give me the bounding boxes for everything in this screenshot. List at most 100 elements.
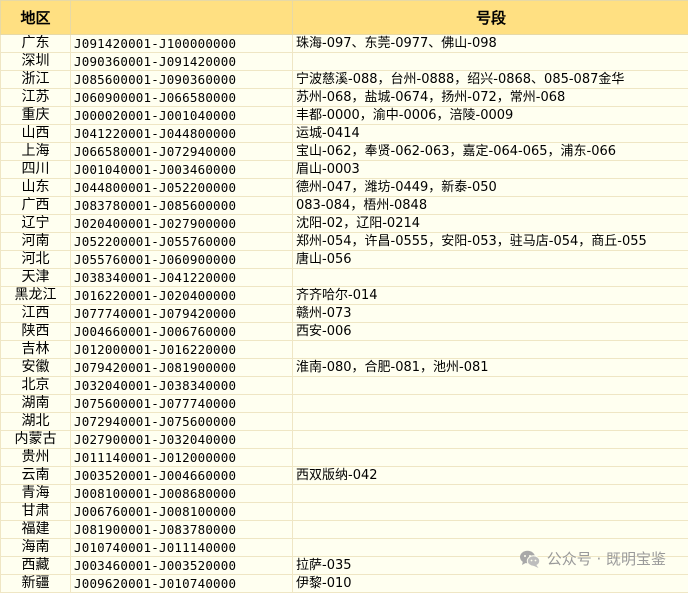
region-cell: 四川 [1,161,71,179]
table-header: 地区 号段 [1,1,688,35]
table-row: 浙江J085600001-J090360000宁波慈溪-088，台州-0888，… [1,71,688,89]
phone-segment-table: 地区 号段 广东J091420001-J100000000珠海-097、东莞-0… [0,0,688,593]
table-row: 山东J044800001-J052200000德州-047，潍坊-0449，新泰… [1,179,688,197]
code-range-cell: J001040001-J003460000 [71,161,293,179]
table-row: 湖北J072940001-J075600000 [1,413,688,431]
region-cell: 湖北 [1,413,71,431]
segment-cell: 齐齐哈尔-014 [293,287,688,305]
code-range-cell: J072940001-J075600000 [71,413,293,431]
table-row: 深圳J090360001-J091420000 [1,53,688,71]
region-cell: 上海 [1,143,71,161]
table-row: 陕西J004660001-J006760000西安-006 [1,323,688,341]
code-range-cell: J038340001-J041220000 [71,269,293,287]
region-cell: 重庆 [1,107,71,125]
code-range-cell: J020400001-J027900000 [71,215,293,233]
segment-cell: 苏州-068，盐城-0674，扬州-072，常州-068 [293,89,688,107]
segment-cell: 运城-0414 [293,125,688,143]
table-row: 天津J038340001-J041220000 [1,269,688,287]
code-range-cell: J041220001-J044800000 [71,125,293,143]
table-row: 内蒙古J027900001-J032040000 [1,431,688,449]
wechat-icon [519,549,541,569]
region-cell: 内蒙古 [1,431,71,449]
region-cell: 黑龙江 [1,287,71,305]
code-range-cell: J004660001-J006760000 [71,323,293,341]
segment-cell [293,431,688,449]
code-range-cell: J008100001-J008680000 [71,485,293,503]
segment-cell: 宝山-062，奉贤-062-063，嘉定-064-065，浦东-066 [293,143,688,161]
region-cell: 吉林 [1,341,71,359]
table-row: 湖南J075600001-J077740000 [1,395,688,413]
segment-cell: 赣州-073 [293,305,688,323]
segment-cell: 丰都-0000，渝中-0006，涪陵-0009 [293,107,688,125]
code-range-cell: J060900001-J066580000 [71,89,293,107]
segment-cell [293,53,688,71]
region-cell: 广西 [1,197,71,215]
table-row: 江西J077740001-J079420000赣州-073 [1,305,688,323]
region-cell: 福建 [1,521,71,539]
segment-cell: 西双版纳-042 [293,467,688,485]
table-row: 广西J083780001-J085600000083-084，梧州-0848 [1,197,688,215]
table-row: 广东J091420001-J100000000珠海-097、东莞-0977、佛山… [1,35,688,53]
code-range-cell: J012000001-J016220000 [71,341,293,359]
segment-cell [293,449,688,467]
table-row: 辽宁J020400001-J027900000沈阳-02，辽阳-0214 [1,215,688,233]
code-range-cell: J000020001-J001040000 [71,107,293,125]
region-cell: 青海 [1,485,71,503]
segment-cell: 唐山-056 [293,251,688,269]
code-range-cell: J091420001-J100000000 [71,35,293,53]
region-cell: 安徽 [1,359,71,377]
code-range-cell: J083780001-J085600000 [71,197,293,215]
code-range-cell: J075600001-J077740000 [71,395,293,413]
table-row: 江苏J060900001-J066580000苏州-068，盐城-0674，扬州… [1,89,688,107]
segment-cell: 淮南-080，合肥-081，池州-081 [293,359,688,377]
code-range-cell: J090360001-J091420000 [71,53,293,71]
code-range-cell: J055760001-J060900000 [71,251,293,269]
region-cell: 江西 [1,305,71,323]
table-row: 黑龙江J016220001-J020400000齐齐哈尔-014 [1,287,688,305]
region-cell: 贵州 [1,449,71,467]
header-region: 地区 [1,1,71,35]
table-row: 贵州J011140001-J012000000 [1,449,688,467]
region-cell: 广东 [1,35,71,53]
segment-cell [293,521,688,539]
segment-cell [293,377,688,395]
table-row: 河北J055760001-J060900000唐山-056 [1,251,688,269]
code-range-cell: J066580001-J072940000 [71,143,293,161]
region-cell: 云南 [1,467,71,485]
table-row: 上海J066580001-J072940000宝山-062，奉贤-062-063… [1,143,688,161]
header-row: 地区 号段 [1,1,688,35]
code-range-cell: J003460001-J003520000 [71,557,293,575]
segment-cell: 083-084，梧州-0848 [293,197,688,215]
table-row: 四川J001040001-J003460000眉山-0003 [1,161,688,179]
region-cell: 辽宁 [1,215,71,233]
segment-cell: 郑州-054，许昌-0555，安阳-053，驻马店-054，商丘-055 [293,233,688,251]
code-range-cell: J052200001-J055760000 [71,233,293,251]
code-range-cell: J006760001-J008100000 [71,503,293,521]
table-row: 北京J032040001-J038340000 [1,377,688,395]
code-range-cell: J010740001-J011140000 [71,539,293,557]
code-range-cell: J077740001-J079420000 [71,305,293,323]
table-body: 广东J091420001-J100000000珠海-097、东莞-0977、佛山… [1,35,688,593]
code-range-cell: J085600001-J090360000 [71,71,293,89]
segment-cell [293,269,688,287]
segment-cell: 宁波慈溪-088，台州-0888，绍兴-0868、085-087金华 [293,71,688,89]
region-cell: 河北 [1,251,71,269]
region-cell: 甘肃 [1,503,71,521]
watermark: 公众号 · 既明宝鉴 [519,548,666,569]
code-range-cell: J081900001-J083780000 [71,521,293,539]
segment-cell [293,395,688,413]
segment-cell: 眉山-0003 [293,161,688,179]
table-row: 吉林J012000001-J016220000 [1,341,688,359]
code-range-cell: J027900001-J032040000 [71,431,293,449]
segment-cell: 珠海-097、东莞-0977、佛山-098 [293,35,688,53]
table-row: 山西J041220001-J044800000运城-0414 [1,125,688,143]
code-range-cell: J032040001-J038340000 [71,377,293,395]
table-row: 福建J081900001-J083780000 [1,521,688,539]
code-range-cell: J011140001-J012000000 [71,449,293,467]
table-row: 安徽J079420001-J081900000淮南-080，合肥-081，池州-… [1,359,688,377]
region-cell: 陕西 [1,323,71,341]
region-cell: 深圳 [1,53,71,71]
table-row: 云南J003520001-J004660000西双版纳-042 [1,467,688,485]
header-code-range [71,1,293,35]
table-row: 重庆J000020001-J001040000丰都-0000，渝中-0006，涪… [1,107,688,125]
